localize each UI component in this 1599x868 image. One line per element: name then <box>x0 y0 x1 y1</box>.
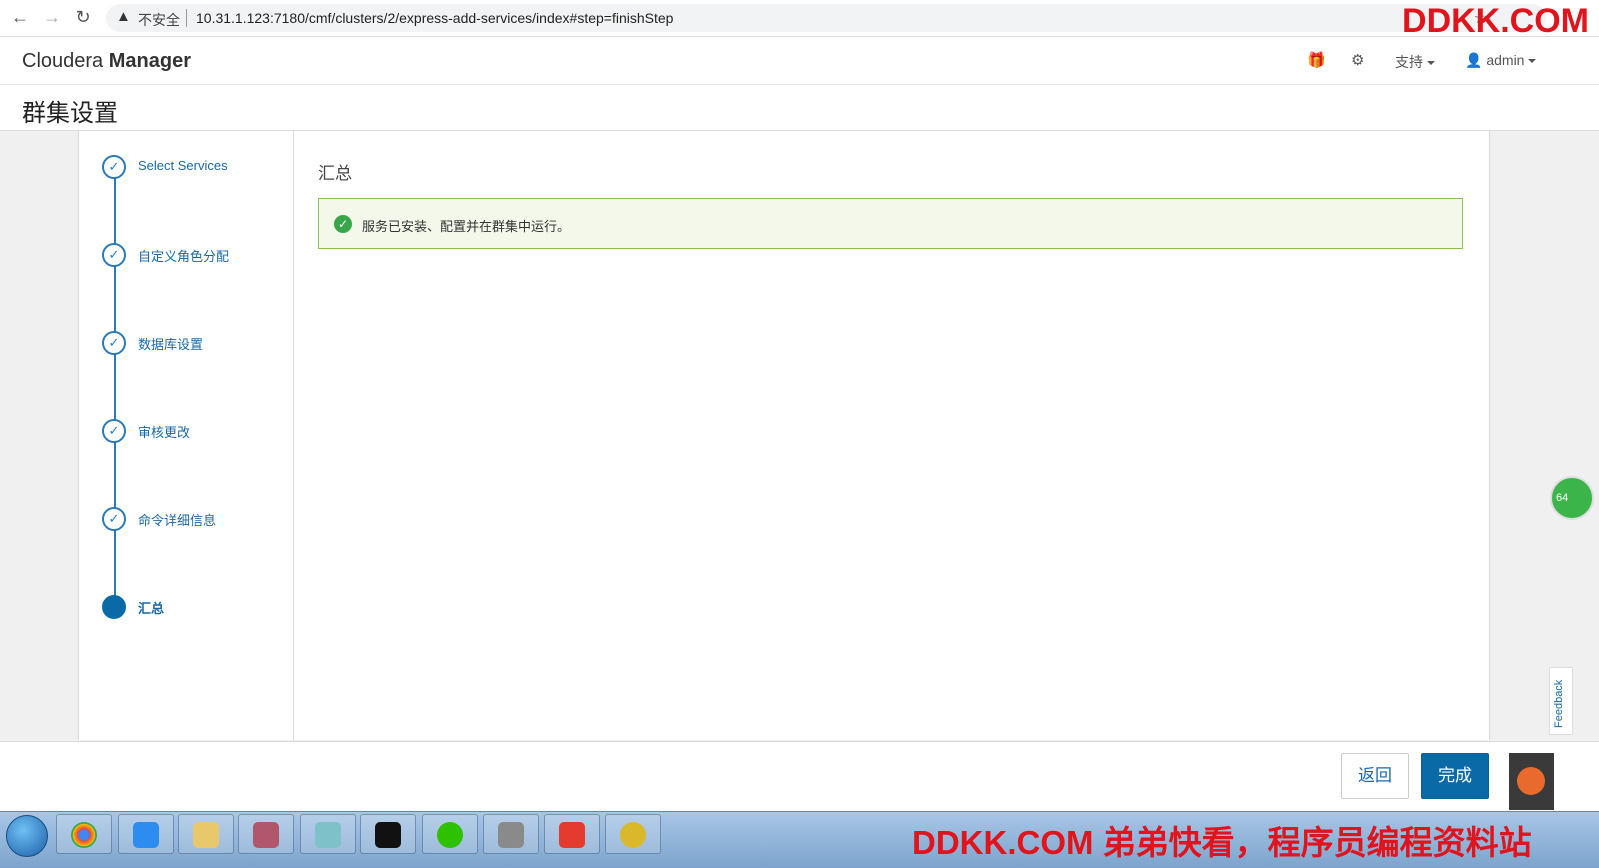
commands-icon[interactable]: ⚙ <box>1351 51 1364 69</box>
support-menu-label: 支持 <box>1395 54 1423 70</box>
ultraedit-icon <box>620 822 646 848</box>
page-title: 群集设置 <box>22 100 118 127</box>
floating-status-bubble[interactable]: 64 <box>1550 476 1594 520</box>
taskbar-notes[interactable] <box>118 814 174 854</box>
steps-connector-line <box>114 167 116 607</box>
check-icon: ✓ <box>102 331 126 355</box>
brand-logo[interactable]: Cloudera Manager <box>22 50 191 73</box>
warning-icon: ▲ <box>116 8 131 25</box>
active-step-dot-icon <box>102 595 126 619</box>
forward-arrow-icon[interactable]: → <box>41 6 63 28</box>
chevron-down-icon <box>1528 59 1537 64</box>
check-icon: ✓ <box>102 419 126 443</box>
record-icon <box>1517 767 1545 795</box>
user-menu-label: admin <box>1486 52 1525 68</box>
gift-icon[interactable]: 🎁 <box>1307 51 1326 69</box>
url-text[interactable]: 10.31.1.123:7180/cmf/clusters/2/express-… <box>196 10 673 26</box>
success-message: 服务已安装、配置并在群集中运行。 <box>362 219 571 234</box>
ftp-icon <box>559 822 585 848</box>
address-divider <box>186 9 187 27</box>
step-label: Select Services <box>138 158 228 173</box>
taskbar-wechat[interactable] <box>422 814 478 854</box>
chevron-down-icon <box>1427 61 1435 66</box>
taskbar-database[interactable] <box>238 814 294 854</box>
back-button[interactable]: 返回 <box>1341 753 1409 799</box>
step-label: 自定义角色分配 <box>138 249 230 264</box>
os-taskbar: DDKK.COM 弟弟快看，程序员编程资料站 <box>0 811 1599 868</box>
support-menu[interactable]: 支持 <box>1395 52 1435 72</box>
taskbar-ftp[interactable] <box>544 814 600 854</box>
feedback-label: Feedback <box>1553 679 1565 728</box>
success-alert: ✓ 服务已安装、配置并在群集中运行。 <box>318 198 1463 249</box>
success-check-icon: ✓ <box>334 215 352 233</box>
check-icon: ✓ <box>102 243 126 267</box>
finish-button[interactable]: 完成 <box>1421 753 1489 799</box>
wizard-steps: ✓ Select Services ✓ 自定义角色分配 ✓ 数据库设置 ✓ 审核… <box>79 131 294 740</box>
check-icon: ✓ <box>102 155 126 179</box>
wechat-icon <box>437 822 463 848</box>
step-content: 汇总 ✓ 服务已安装、配置并在群集中运行。 <box>294 131 1489 740</box>
insecure-label: 不安全 <box>138 12 180 28</box>
notepad-icon <box>315 822 341 848</box>
bubble-value: 64 <box>1556 492 1569 504</box>
taskbar-app[interactable] <box>483 814 539 854</box>
user-icon: 👤 <box>1465 52 1483 68</box>
user-menu[interactable]: 👤 admin <box>1465 52 1537 69</box>
app-header: Cloudera Manager 🎁 ⚙ 支持 👤 admin <box>0 37 1599 85</box>
step-label: 数据库设置 <box>138 337 204 352</box>
chrome-icon <box>71 822 97 848</box>
brand-name-light: Cloudera <box>22 50 104 72</box>
folder-icon <box>193 822 219 848</box>
pen-icon <box>133 822 159 848</box>
taskbar-ultraedit[interactable] <box>605 814 661 854</box>
page-title-bar: 群集设置 <box>0 85 1599 131</box>
database-icon <box>253 822 279 848</box>
window-icon <box>498 822 524 848</box>
brand-name-bold: Manager <box>108 50 191 72</box>
taskbar-explorer[interactable] <box>178 814 234 854</box>
wizard-footer: 返回 完成 <box>0 741 1599 812</box>
terminal-icon <box>375 822 401 848</box>
watermark-bottom: DDKK.COM 弟弟快看，程序员编程资料站 <box>912 824 1532 861</box>
back-arrow-icon[interactable]: ← <box>9 6 31 28</box>
watermark-top: DDKK.COM <box>1402 2 1589 40</box>
taskbar-editor[interactable] <box>300 814 356 854</box>
address-bar[interactable]: ▲ 不安全 10.31.1.123:7180/cmf/clusters/2/ex… <box>106 4 1546 32</box>
section-title: 汇总 <box>318 164 352 183</box>
floating-widget[interactable] <box>1509 753 1554 810</box>
step-label: 命令详细信息 <box>138 513 217 528</box>
taskbar-terminal[interactable] <box>360 814 416 854</box>
wizard-panel: ✓ Select Services ✓ 自定义角色分配 ✓ 数据库设置 ✓ 审核… <box>78 131 1490 740</box>
step-label: 审核更改 <box>138 425 191 440</box>
start-menu-icon[interactable] <box>6 815 48 857</box>
feedback-tab[interactable]: Feedback <box>1549 667 1573 735</box>
check-icon: ✓ <box>102 507 126 531</box>
reload-icon[interactable]: ↻ <box>72 6 94 28</box>
taskbar-chrome[interactable] <box>56 814 112 854</box>
step-label: 汇总 <box>138 601 165 616</box>
browser-toolbar: ← → ↻ ▲ 不安全 10.31.1.123:7180/cmf/cluster… <box>0 0 1599 40</box>
